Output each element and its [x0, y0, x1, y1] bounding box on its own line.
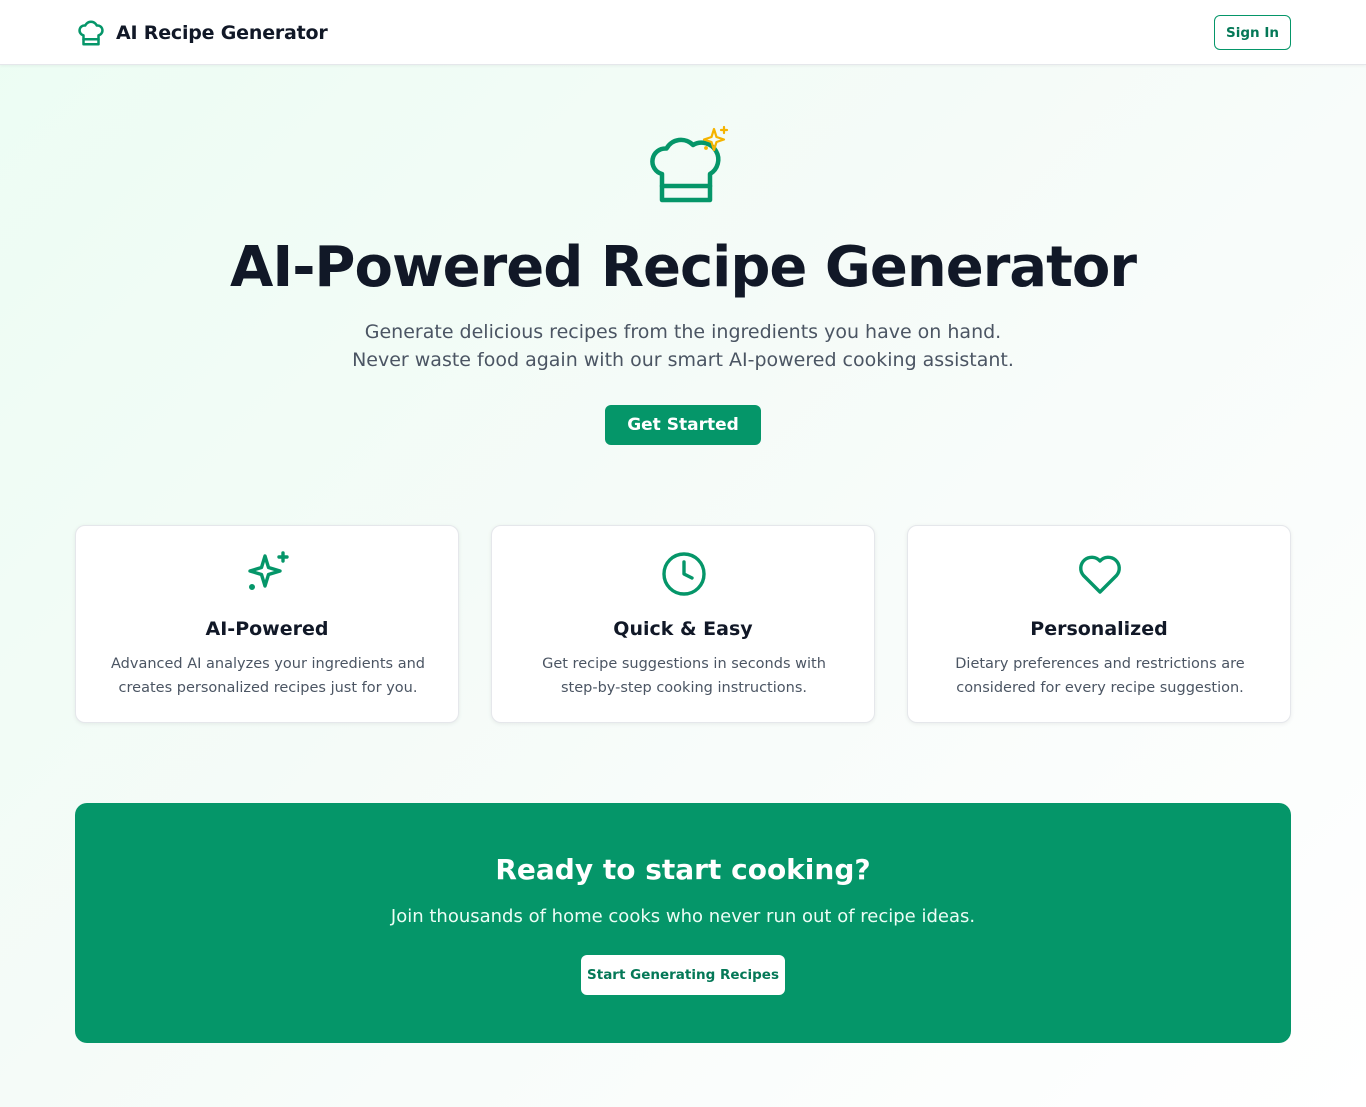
feature-title: Personalized: [1030, 618, 1168, 640]
sparkles-icon: [248, 551, 289, 591]
chef-hat-sparkles-icon: [650, 125, 729, 203]
cta-banner: Ready to start cooking? Join thousands o…: [75, 803, 1291, 1043]
feature-card-personalized: Personalized Dietary preferences and res…: [907, 525, 1291, 723]
banner-subtitle: Join thousands of home cooks who never r…: [390, 906, 976, 927]
hero-title: AI-Powered Recipe Generator: [230, 235, 1137, 300]
feature-description: Advanced AI analyzes your ingredients an…: [111, 656, 425, 696]
banner-title: Ready to start cooking?: [495, 853, 871, 886]
brand[interactable]: AI Recipe Generator: [76, 17, 328, 49]
chef-hat-icon: [78, 20, 104, 46]
top-navbar: AI Recipe Generator Sign In: [0, 0, 1366, 65]
heart-icon: [1079, 555, 1121, 594]
get-started-button[interactable]: Get Started: [605, 405, 761, 445]
feature-title: AI-Powered: [205, 618, 329, 640]
feature-card-quick-easy: Quick & Easy Get recipe suggestions in s…: [491, 525, 875, 723]
sign-in-button[interactable]: Sign In: [1214, 15, 1291, 50]
feature-card-ai-powered: AI-Powered Advanced AI analyzes your ing…: [75, 525, 459, 723]
start-generating-button[interactable]: Start Generating Recipes: [581, 955, 785, 995]
feature-title: Quick & Easy: [613, 618, 753, 640]
clock-icon: [662, 552, 706, 596]
app-title: AI Recipe Generator: [116, 22, 328, 44]
feature-description: Get recipe suggestions in seconds with s…: [542, 656, 826, 696]
hero-subtitle: Generate delicious recipes from the ingr…: [352, 321, 1014, 371]
feature-description: Dietary preferences and restrictions are…: [955, 656, 1245, 696]
